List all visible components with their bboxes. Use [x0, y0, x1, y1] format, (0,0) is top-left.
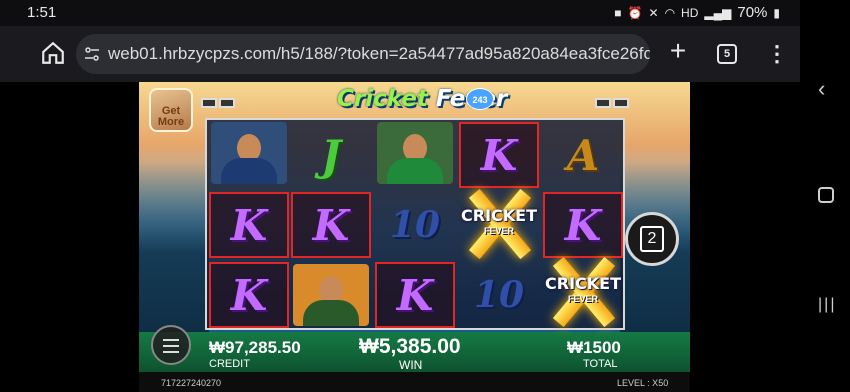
scatter-symbol: CRICKET FEVER [539, 256, 627, 328]
reel-cell: 10 [459, 262, 539, 328]
reel-cell: K [543, 192, 623, 258]
reel-cell: K [209, 262, 289, 328]
home-icon[interactable] [40, 40, 66, 66]
scatter-sublabel: FEVER [483, 226, 514, 236]
bowler-symbol [293, 264, 369, 326]
k-symbol: K [230, 270, 268, 320]
ways-badge: 243 [466, 88, 494, 110]
reel-cell: 10 [375, 192, 455, 258]
status-bar: 1:51 ■ ⏰ ✕ ◠ HD ▂▄▆ 70% ▮ [0, 0, 800, 26]
mute-icon: ✕ [648, 5, 659, 20]
scatter-symbol: CRICKET FEVER [455, 188, 543, 260]
free-spin-count: 2 [640, 226, 664, 252]
floodlight-icon [595, 98, 611, 108]
site-settings-icon[interactable] [84, 46, 100, 62]
k-symbol: K [312, 200, 350, 250]
more-menu-button[interactable]: ⋮ [766, 40, 788, 68]
status-time: 1:51 [27, 4, 57, 21]
new-tab-button[interactable]: + [664, 37, 692, 66]
batsman-symbol [377, 122, 453, 184]
credit-label: CREDIT [209, 358, 250, 370]
k-symbol: K [396, 270, 434, 320]
recents-icon[interactable]: ||| [818, 296, 836, 314]
ten-symbol: 10 [473, 274, 525, 316]
player-symbol [211, 122, 287, 184]
scatter-sublabel: FEVER [567, 294, 598, 304]
floodlight-icon [219, 98, 235, 108]
reel-cell: J [291, 122, 371, 188]
k-symbol: K [480, 130, 518, 180]
reel-cell: A [543, 122, 623, 188]
address-bar[interactable]: web01.hrbzycpzs.com/h5/188/?token=2a5447… [76, 34, 650, 74]
floodlight-icon [201, 98, 217, 108]
k-symbol: K [230, 200, 268, 250]
j-symbol: J [321, 130, 341, 180]
slot-game: Get More Cricket Fever 243 K K J K 10 K … [139, 82, 690, 392]
a-symbol: A [566, 130, 600, 180]
game-menu-button[interactable] [151, 325, 191, 365]
reel-grid: K K J K 10 K K CRICKET FEVER 10 A K CRIC… [205, 118, 625, 330]
reel-cell: K [291, 192, 371, 258]
scatter-label: CRICKET [461, 206, 537, 225]
tab-switcher-button[interactable]: 5 [717, 44, 737, 64]
k-symbol: K [564, 200, 602, 250]
logo-word-1: Cricket [337, 86, 428, 112]
reel-cell: K [375, 262, 455, 328]
battery-level: 70% [737, 4, 768, 21]
battery-icon: ▮ [773, 5, 780, 20]
free-spin-counter: 2 [625, 212, 679, 266]
level-label: LEVEL : X50 [617, 378, 669, 388]
get-more-button[interactable]: Get More [149, 88, 193, 132]
reel-cell: K [459, 122, 539, 188]
floodlight-icon [613, 98, 629, 108]
scatter-label: CRICKET [545, 274, 621, 293]
signal-icon: ▂▄▆ [704, 5, 732, 20]
browser-toolbar: web01.hrbzycpzs.com/h5/188/?token=2a5447… [0, 26, 800, 82]
home-nav-icon[interactable] [818, 187, 834, 203]
total-bet-label: TOTAL [583, 358, 618, 370]
url-text: web01.hrbzycpzs.com/h5/188/?token=2a5447… [108, 44, 650, 63]
status-icons: ■ ⏰ ✕ ◠ HD ▂▄▆ 70% ▮ [614, 4, 780, 21]
info-strip [139, 372, 690, 392]
wifi-icon: ◠ [664, 5, 676, 20]
alarm-icon: ⏰ [627, 5, 643, 20]
total-bet-value[interactable]: ₩1500 [567, 338, 621, 358]
session-id: 717227240270 [161, 378, 222, 388]
notification-icon: ■ [614, 5, 622, 20]
back-icon[interactable]: ‹ [818, 76, 825, 102]
reel-cell: K [209, 192, 289, 258]
system-nav-bar: ‹ ||| [800, 0, 850, 392]
ten-symbol: 10 [389, 204, 441, 246]
win-value: ₩5,385.00 [359, 335, 461, 358]
hd-icon: HD [681, 5, 699, 20]
credit-value: ₩97,285.50 [209, 338, 301, 357]
win-label: WIN [399, 358, 423, 372]
